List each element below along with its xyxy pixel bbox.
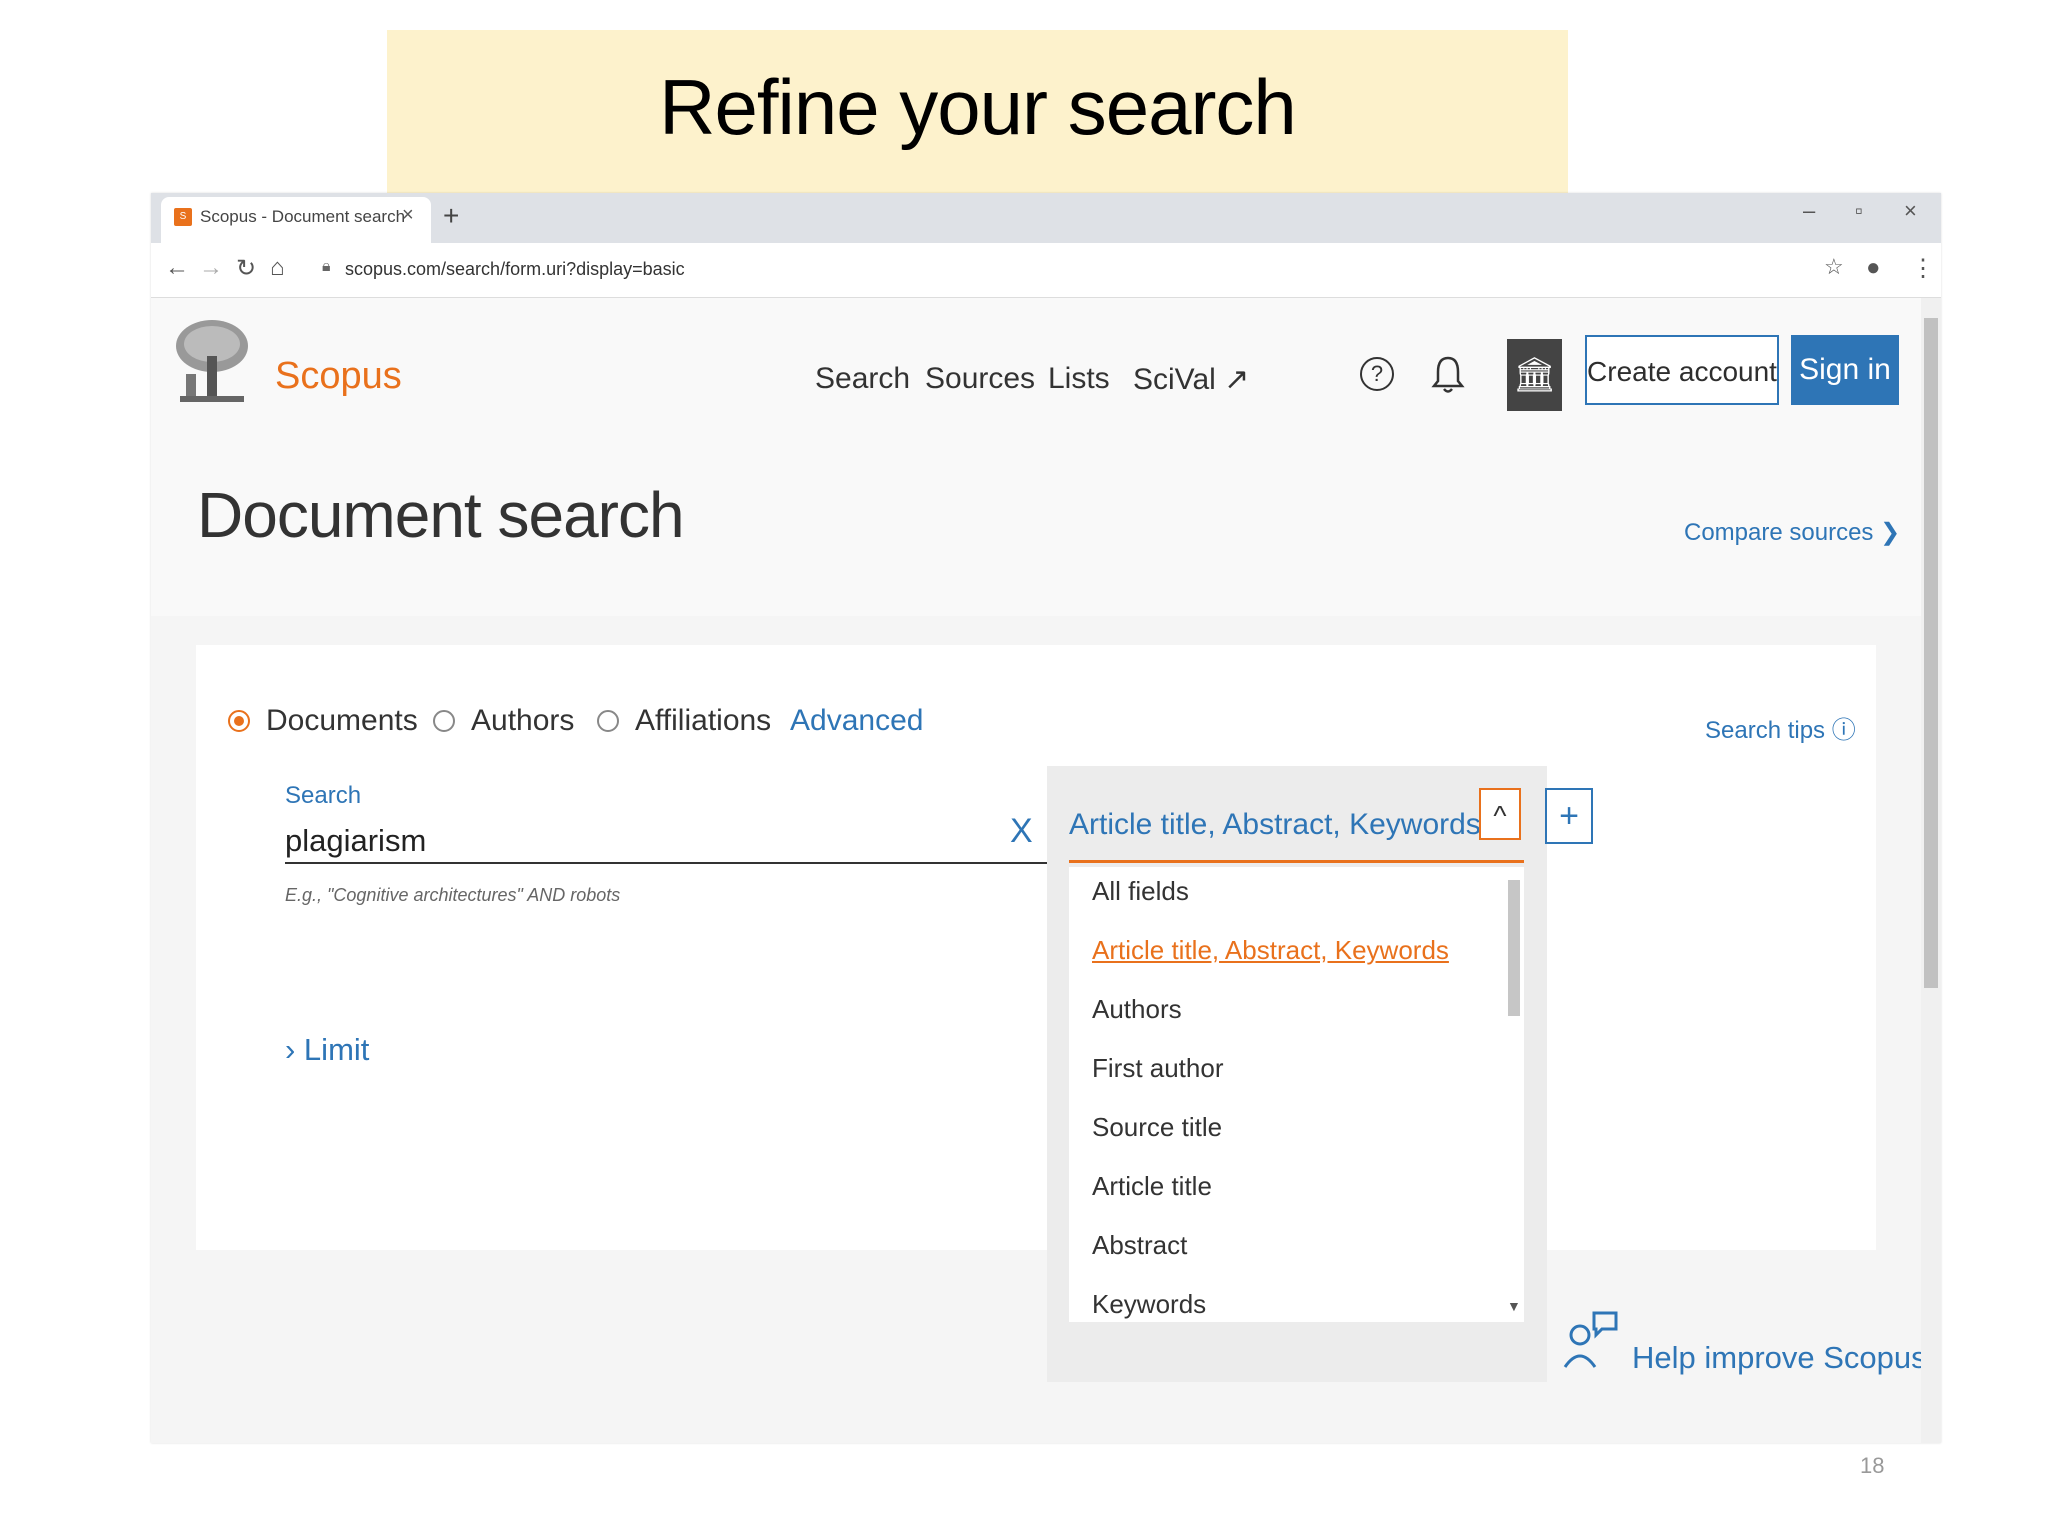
restore-button[interactable]: ▫ <box>1855 198 1863 224</box>
radio-authors[interactable] <box>433 710 455 732</box>
radio-label-authors[interactable]: Authors <box>471 704 574 738</box>
field-option[interactable]: Article title <box>1092 1171 1212 1202</box>
add-search-field-button[interactable]: + <box>1545 788 1593 844</box>
scopus-logo[interactable]: Scopus <box>275 355 402 398</box>
reload-icon[interactable]: ↻ <box>236 254 256 283</box>
limit-toggle[interactable]: › Limit <box>285 1032 369 1068</box>
field-option[interactable]: Authors <box>1092 994 1182 1025</box>
search-field-label: Search <box>285 782 362 809</box>
minimize-button[interactable]: – <box>1803 198 1815 224</box>
radio-affiliations[interactable] <box>597 710 619 732</box>
bell-icon[interactable] <box>1430 354 1466 396</box>
nav-search[interactable]: Search <box>815 362 910 396</box>
field-option[interactable]: Abstract <box>1092 1230 1187 1261</box>
page-scrollbar-thumb[interactable] <box>1924 318 1938 988</box>
field-option[interactable]: Keywords <box>1092 1289 1206 1320</box>
nav-scival[interactable]: SciVal ↗ <box>1133 362 1249 397</box>
slide-title: Refine your search <box>659 63 1297 151</box>
elsevier-tree-logo-icon <box>172 316 252 406</box>
feedback-people-icon[interactable] <box>1560 1305 1620 1370</box>
tab-close-icon[interactable]: × <box>402 204 414 227</box>
create-account-button[interactable]: Create account <box>1585 335 1779 405</box>
sign-in-button[interactable]: Sign in <box>1791 335 1899 405</box>
new-tab-button[interactable]: + <box>443 200 459 232</box>
menu-kebab-icon[interactable]: ⋮ <box>1911 254 1935 283</box>
compare-sources-link[interactable]: Compare sources ❯ <box>1684 518 1900 547</box>
radio-label-affiliations[interactable]: Affiliations <box>635 704 771 738</box>
field-option[interactable]: Source title <box>1092 1112 1222 1143</box>
radio-label-documents[interactable]: Documents <box>266 704 418 738</box>
field-select-underline <box>1069 860 1524 863</box>
dropdown-scrollbar[interactable] <box>1508 880 1520 1016</box>
help-icon[interactable]: ? <box>1360 357 1394 391</box>
scopus-favicon-icon: S <box>174 208 192 226</box>
institution-button[interactable]: 🏛︎ <box>1507 339 1562 411</box>
star-icon[interactable]: ☆ <box>1824 254 1844 280</box>
advanced-search-link[interactable]: Advanced <box>790 704 923 738</box>
tab-title: Scopus - Document search <box>200 207 406 226</box>
search-input[interactable]: plagiarism <box>285 823 426 859</box>
scroll-down-arrow-icon[interactable]: ▼ <box>1507 1298 1521 1314</box>
help-improve-link[interactable]: Help improve Scopus <box>1632 1340 1927 1376</box>
forward-icon[interactable]: → <box>199 254 223 282</box>
nav-lists[interactable]: Lists <box>1048 362 1110 396</box>
search-example-hint: E.g., "Cognitive architectures" AND robo… <box>285 885 621 905</box>
profile-icon[interactable]: ● <box>1866 254 1881 282</box>
field-option-selected[interactable]: Article title, Abstract, Keywords <box>1092 935 1449 966</box>
slide-page-number: 18 <box>1860 1453 1885 1478</box>
chevron-up-icon[interactable]: ^ <box>1479 788 1521 840</box>
nav-sources[interactable]: Sources <box>925 362 1035 396</box>
search-tips-link[interactable]: Search tips ⓘ <box>1705 710 1856 745</box>
page-title: Document search <box>197 479 685 551</box>
field-option[interactable]: All fields <box>1092 876 1189 907</box>
search-card <box>196 645 1876 1250</box>
radio-documents[interactable] <box>228 710 250 732</box>
clear-search-icon[interactable]: X <box>1010 812 1033 851</box>
field-select-value[interactable]: Article title, Abstract, Keywords <box>1069 808 1481 842</box>
back-icon[interactable]: ← <box>165 254 189 282</box>
close-window-button[interactable]: × <box>1904 198 1917 224</box>
url-field[interactable]: scopus.com/search/form.uri?display=basic <box>345 259 685 280</box>
lock-icon: 🔒︎ <box>322 258 331 275</box>
search-input-underline <box>285 862 1047 864</box>
home-icon[interactable]: ⌂ <box>270 254 285 282</box>
field-option[interactable]: First author <box>1092 1053 1224 1084</box>
